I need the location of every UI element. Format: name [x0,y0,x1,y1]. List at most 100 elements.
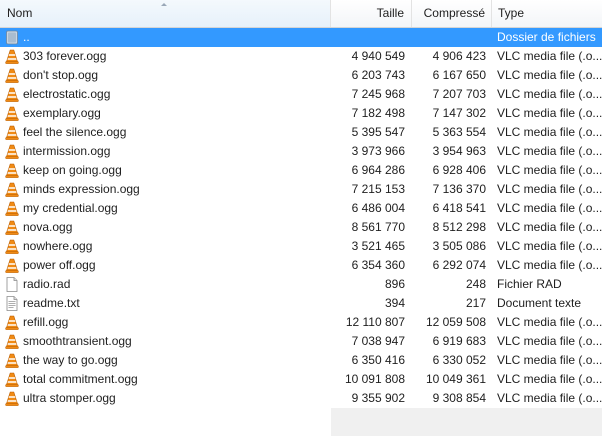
column-header-name[interactable]: Nom [0,0,331,27]
file-type: Dossier de fichiers [497,30,596,44]
file-row[interactable]: don't stop.ogg 6 203 743 6 167 650 VLC medi… [0,66,602,85]
file-size: 6 354 360 [351,258,405,272]
file-size: 6 486 004 [351,201,405,215]
file-compressed-size: 10 049 361 [425,372,486,386]
file-compressed-size: 6 167 650 [432,68,486,82]
file-row[interactable]: minds expression.ogg 7 215 153 7 136 370 VL… [0,180,602,199]
file-list-view[interactable]: Nom Taille Compressé Type .. Dossier de f… [0,0,602,436]
file-name: intermission.ogg [23,144,111,158]
file-compressed-size: 3 505 086 [432,239,486,253]
file-type: Document texte [497,296,582,310]
file-rows: .. Dossier de fichiers 303 forever.ogg 4 94… [0,28,602,408]
folder-up-icon [5,30,19,45]
file-row[interactable]: nova.ogg 8 561 770 8 512 298 VLC media file… [0,218,602,237]
file-name: minds expression.ogg [23,182,140,196]
vlc-icon [5,106,19,121]
file-size: 4 940 549 [351,49,405,63]
file-name: exemplary.ogg [23,106,101,120]
file-compressed-size [412,28,486,47]
file-row[interactable]: feel the silence.ogg 5 395 547 5 363 554 VL… [0,123,602,142]
file-row[interactable]: radio.rad 896 248 Fichier RAD [0,275,602,294]
file-name: .. [23,30,30,44]
file-type: VLC media file (.o... [497,220,602,234]
vlc-icon [5,201,19,216]
file-row[interactable]: readme.txt 394 217 Document texte [0,294,602,313]
file-compressed-size: 8 512 298 [432,220,486,234]
file-name: don't stop.ogg [23,68,99,82]
file-compressed-size: 7 147 302 [432,106,486,120]
file-name: ultra stomper.ogg [23,391,116,405]
file-row[interactable]: exemplary.ogg 7 182 498 7 147 302 VLC media… [0,104,602,123]
file-row[interactable]: total commitment.ogg 10 091 808 10 049 361… [0,370,602,389]
file-type: VLC media file (.o... [497,68,602,82]
file-row[interactable]: electrostatic.ogg 7 245 968 7 207 703 VLC m… [0,85,602,104]
file-row[interactable]: .. Dossier de fichiers [0,28,602,47]
file-row[interactable]: refill.ogg 12 110 807 12 059 508 VLC media … [0,313,602,332]
file-type: VLC media file (.o... [497,163,602,177]
file-compressed-size: 7 136 370 [432,182,486,196]
file-compressed-size: 7 207 703 [432,87,486,101]
file-name: smoothtransient.ogg [23,334,132,348]
file-row[interactable]: power off.ogg 6 354 360 6 292 074 VLC media… [0,256,602,275]
file-compressed-size: 6 928 406 [432,163,486,177]
vlc-icon [5,353,19,368]
file-compressed-size: 5 363 554 [432,125,486,139]
vlc-icon [5,49,19,64]
file-size [331,28,405,47]
file-compressed-size: 6 919 683 [432,334,486,348]
column-header-bar: Nom Taille Compressé Type [0,0,602,28]
file-row[interactable]: smoothtransient.ogg 7 038 947 6 919 683 VLC… [0,332,602,351]
file-compressed-size: 6 330 052 [432,353,486,367]
file-compressed-size: 248 [465,277,486,291]
file-size: 394 [384,296,405,310]
file-type: VLC media file (.o... [497,87,602,101]
file-row[interactable]: my credential.ogg 6 486 004 6 418 541 VLC m… [0,199,602,218]
vlc-icon [5,144,19,159]
file-name: nowhere.ogg [23,239,93,253]
file-type: VLC media file (.o... [497,391,602,405]
vlc-icon [5,334,19,349]
file-size: 6 350 416 [351,353,405,367]
file-row[interactable]: nowhere.ogg 3 521 465 3 505 086 VLC media f… [0,237,602,256]
file-size: 7 245 968 [351,87,405,101]
vlc-icon [5,258,19,273]
file-compressed-size: 6 418 541 [432,201,486,215]
file-type: VLC media file (.o... [497,125,602,139]
file-row[interactable]: ultra stomper.ogg 9 355 902 9 308 854 VLC m… [0,389,602,408]
file-type: VLC media file (.o... [497,334,602,348]
column-header-compressed[interactable]: Compressé [412,0,492,27]
file-size: 896 [384,277,405,291]
file-name: total commitment.ogg [23,372,138,386]
file-compressed-size: 9 308 854 [432,391,486,405]
file-compressed-size: 12 059 508 [425,315,486,329]
file-size: 9 355 902 [351,391,405,405]
file-name: nova.ogg [23,220,73,234]
vlc-icon [5,125,19,140]
file-name: keep on going.ogg [23,163,122,177]
file-size: 6 964 286 [351,163,405,177]
file-size: 3 521 465 [351,239,405,253]
vlc-icon [5,220,19,235]
empty-area [331,408,602,436]
file-name: readme.txt [23,296,80,310]
file-row[interactable]: 303 forever.ogg 4 940 549 4 906 423 VLC med… [0,47,602,66]
file-name: the way to go.ogg [23,353,118,367]
text-file-icon [5,296,19,311]
file-compressed-size: 3 954 963 [432,144,486,158]
column-header-name-label: Nom [7,6,33,20]
file-name: 303 forever.ogg [23,49,107,63]
file-size: 12 110 807 [345,315,405,329]
column-header-size[interactable]: Taille [331,0,412,27]
file-compressed-size: 217 [465,296,486,310]
file-type: VLC media file (.o... [497,315,602,329]
file-size: 7 038 947 [351,334,405,348]
vlc-icon [5,315,19,330]
file-name: electrostatic.ogg [23,87,111,101]
file-type: VLC media file (.o... [497,372,602,386]
file-row[interactable]: keep on going.ogg 6 964 286 6 928 406 VLC m… [0,161,602,180]
file-row[interactable]: intermission.ogg 3 973 966 3 954 963 VLC me… [0,142,602,161]
file-type: VLC media file (.o... [497,201,602,215]
vlc-icon [5,163,19,178]
column-header-type[interactable]: Type [492,0,602,27]
file-row[interactable]: the way to go.ogg 6 350 416 6 330 052 VLC m… [0,351,602,370]
